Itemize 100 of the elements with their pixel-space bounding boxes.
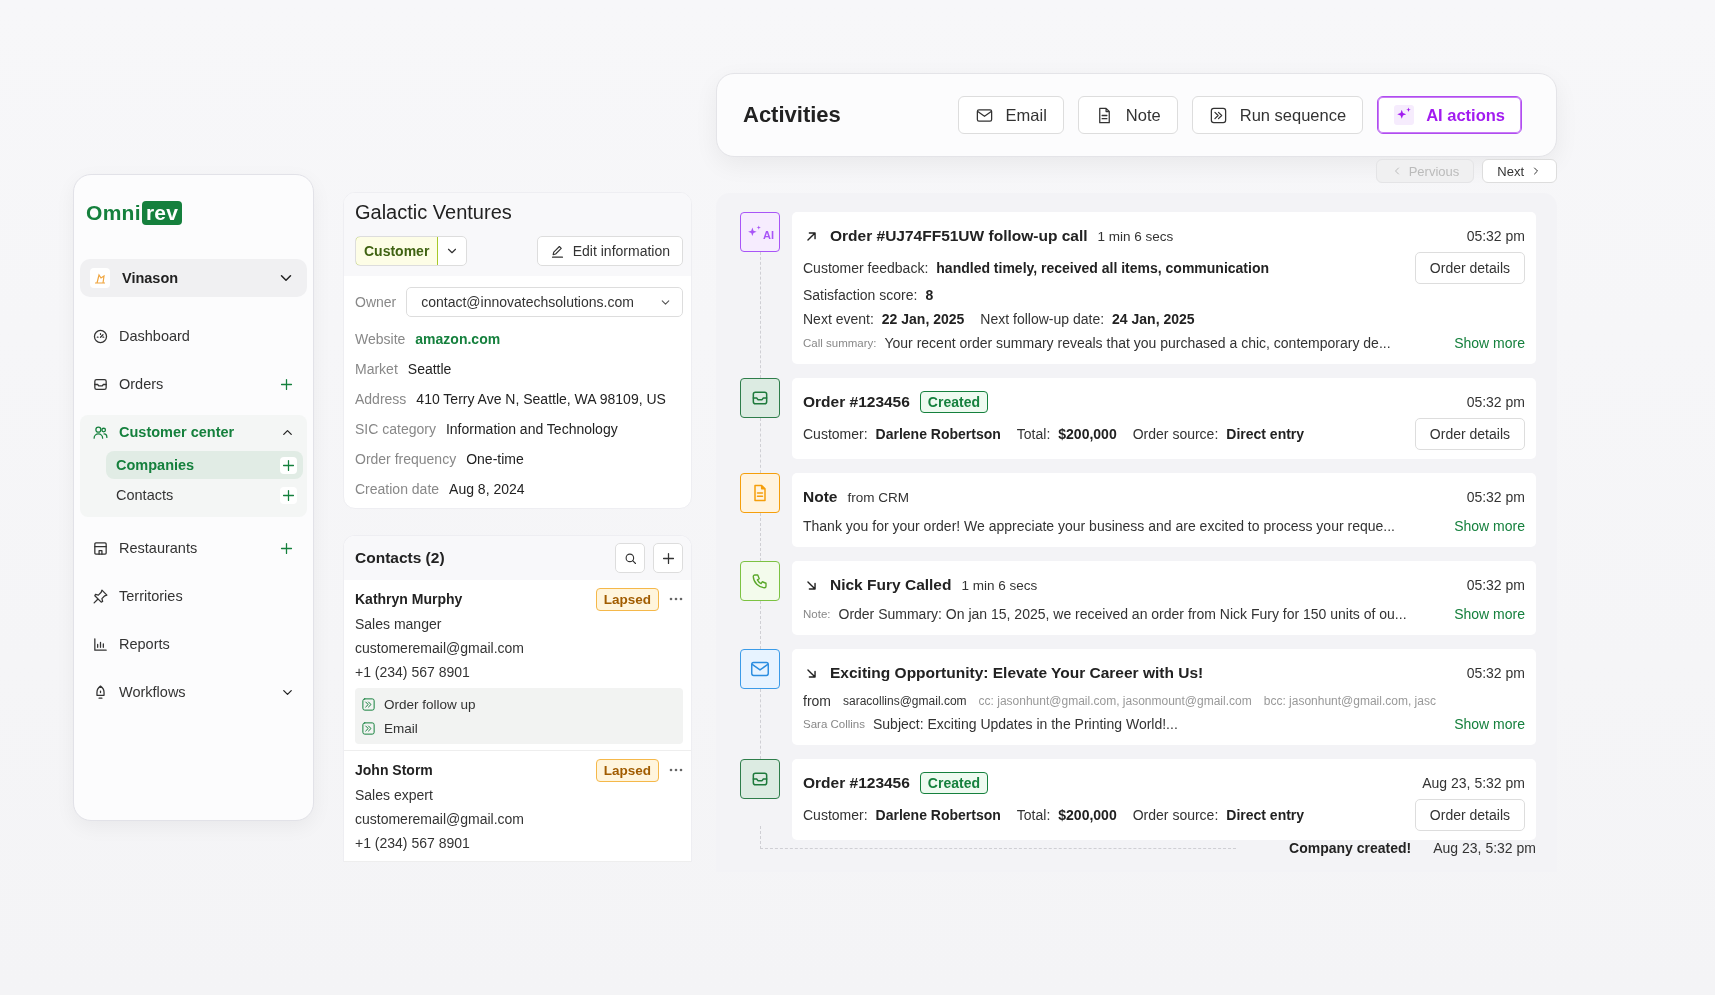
field-label: Address xyxy=(355,391,407,407)
plus-icon[interactable] xyxy=(280,486,297,504)
contact-role: Sales expert xyxy=(355,786,434,805)
field-label: Total: xyxy=(1016,426,1051,442)
field-value: Direct entry xyxy=(1226,807,1305,823)
sender-email: saracollins@gmail.com xyxy=(843,694,967,708)
show-more-link[interactable]: Show more xyxy=(1454,518,1525,534)
search-button[interactable] xyxy=(615,543,645,573)
field-value: 24 Jan, 2025 xyxy=(1112,311,1195,327)
sequence-item[interactable]: Email xyxy=(361,716,677,740)
action-button[interactable]: Run sequence xyxy=(1191,96,1364,134)
field-label: Website xyxy=(355,331,406,347)
inbox-icon xyxy=(750,388,770,408)
activity-title: Order #123456 xyxy=(803,393,910,411)
sparkle-icon xyxy=(1394,105,1415,125)
add-contact-button[interactable] xyxy=(653,543,683,573)
timeline-event: Company created! xyxy=(1289,840,1412,856)
next-button[interactable]: Next xyxy=(1482,159,1557,183)
activity-title: Note xyxy=(803,488,838,506)
sidebar-subitem[interactable]: Companies xyxy=(106,451,303,479)
phone-icon xyxy=(751,572,769,590)
company-name: Galactic Ventures xyxy=(355,201,513,224)
contact-email: customeremail@gmail.com xyxy=(355,639,526,658)
activity-meta: 1 min 6 secs xyxy=(961,577,1038,593)
field-label: Customer: xyxy=(803,426,868,442)
website-link[interactable]: amazon.com xyxy=(415,331,501,347)
activity-time: 05:32 pm xyxy=(1466,577,1525,593)
field-label: Order source: xyxy=(1132,426,1219,442)
action-button[interactable]: Email xyxy=(957,96,1064,134)
field-label: Next event: xyxy=(803,311,874,327)
order-details-button[interactable]: Order details xyxy=(1414,418,1525,450)
status-select[interactable]: Customer xyxy=(355,236,468,266)
pencil-icon xyxy=(549,243,565,259)
sidebar-item[interactable]: Territories xyxy=(80,579,307,613)
show-more-link[interactable]: Show more xyxy=(1454,606,1525,622)
sequence-icon xyxy=(361,696,376,712)
field-label: Creation date xyxy=(355,481,440,497)
plus-icon[interactable] xyxy=(280,456,297,474)
field-label: SIC category xyxy=(355,421,436,437)
field-label: Order frequency xyxy=(355,451,457,467)
activities-title: Activities xyxy=(743,102,842,128)
sidebar-item[interactable]: Restaurants xyxy=(80,531,307,565)
contact-name: Kathryn Murphy xyxy=(355,591,464,607)
activity-meta: 1 min 6 secs xyxy=(1097,228,1174,244)
activity-time: 05:32 pm xyxy=(1466,228,1525,244)
more-icon[interactable] xyxy=(669,768,683,772)
field-value: $200,000 xyxy=(1058,807,1117,823)
field-value: Darlene Robertson xyxy=(875,807,1001,823)
more-icon[interactable] xyxy=(669,597,683,601)
show-more-link[interactable]: Show more xyxy=(1454,716,1525,732)
activity-time: Aug 23, 5:32 pm xyxy=(1433,840,1536,856)
show-more-link[interactable]: Show more xyxy=(1454,335,1525,351)
sequence-item[interactable]: Order follow up xyxy=(361,692,677,716)
sidebar-item[interactable]: Dashboard xyxy=(80,319,307,353)
summary-text: Order Summary: On jan 15, 2025, we received an order from Nick Fury for 150 units of ou... xyxy=(838,606,1408,622)
sequence-icon xyxy=(1208,105,1228,125)
field-label: Total: xyxy=(1016,807,1051,823)
sequence-icon xyxy=(361,720,376,736)
activity-title: Nick Fury Called xyxy=(830,576,952,594)
activity-title: Exciting Opportunity: Elevate Your Career with Us! xyxy=(830,664,1204,682)
field-label: Satisfaction score: xyxy=(803,287,918,303)
workspace-selector[interactable]: Vinason xyxy=(80,259,307,297)
activity-time: 05:32 pm xyxy=(1466,489,1525,505)
status-badge: Lapsed xyxy=(595,587,659,611)
activity-meta: from CRM xyxy=(847,489,909,505)
edit-information-button[interactable]: Edit information xyxy=(536,236,683,266)
order-details-button[interactable]: Order details xyxy=(1414,252,1525,284)
sidebar-item[interactable]: Workflows xyxy=(80,675,307,709)
summary-label: Sara Collins xyxy=(803,718,865,730)
sidebar-item[interactable]: Orders xyxy=(80,367,307,401)
field-value: Darlene Robertson xyxy=(875,426,1001,442)
activity-time: 05:32 pm xyxy=(1466,394,1525,410)
from-label: from xyxy=(803,693,831,709)
order-details-button[interactable]: Order details xyxy=(1414,799,1525,831)
field-value: 8 xyxy=(925,287,934,303)
summary-label: Note: xyxy=(803,608,831,620)
app-logo: Omni rev xyxy=(86,201,183,225)
summary-text: Your recent order summary reveals that you purchased a chic, contemporary de... xyxy=(884,335,1392,351)
action-button[interactable]: Note xyxy=(1077,96,1178,134)
sidebar-item[interactable]: Customer center xyxy=(80,415,307,449)
field-value: $200,000 xyxy=(1058,426,1117,442)
summary-text: Subject: Exciting Updates in the Printing World!... xyxy=(873,716,1179,732)
field-value: Direct entry xyxy=(1226,426,1305,442)
owner-select[interactable]: contact@innovatechsolutions.com xyxy=(406,287,683,317)
activity-time: Aug 23, 5:32 pm xyxy=(1422,775,1525,791)
workspace-logo-icon xyxy=(90,268,110,288)
action-button[interactable]: AI actions xyxy=(1377,96,1522,134)
contact-phone: +1 (234) 567 8901 xyxy=(355,663,471,682)
sidebar-item[interactable]: Reports xyxy=(80,627,307,661)
field-value: Aug 8, 2024 xyxy=(449,481,525,497)
field-value: handled timely, received all items, communication xyxy=(936,260,1270,276)
field-value: 410 Terry Ave N, Seattle, WA 98109, US xyxy=(416,391,666,407)
sidebar-subitem[interactable]: Contacts xyxy=(106,481,303,509)
field-value: One-time xyxy=(466,451,524,467)
inbox-icon xyxy=(750,769,770,789)
nav-icon xyxy=(92,635,109,653)
activity-time: 05:32 pm xyxy=(1466,665,1525,681)
nav-icon xyxy=(92,539,109,557)
field-value: Seattle xyxy=(407,361,452,377)
status-badge: Created xyxy=(919,772,988,794)
